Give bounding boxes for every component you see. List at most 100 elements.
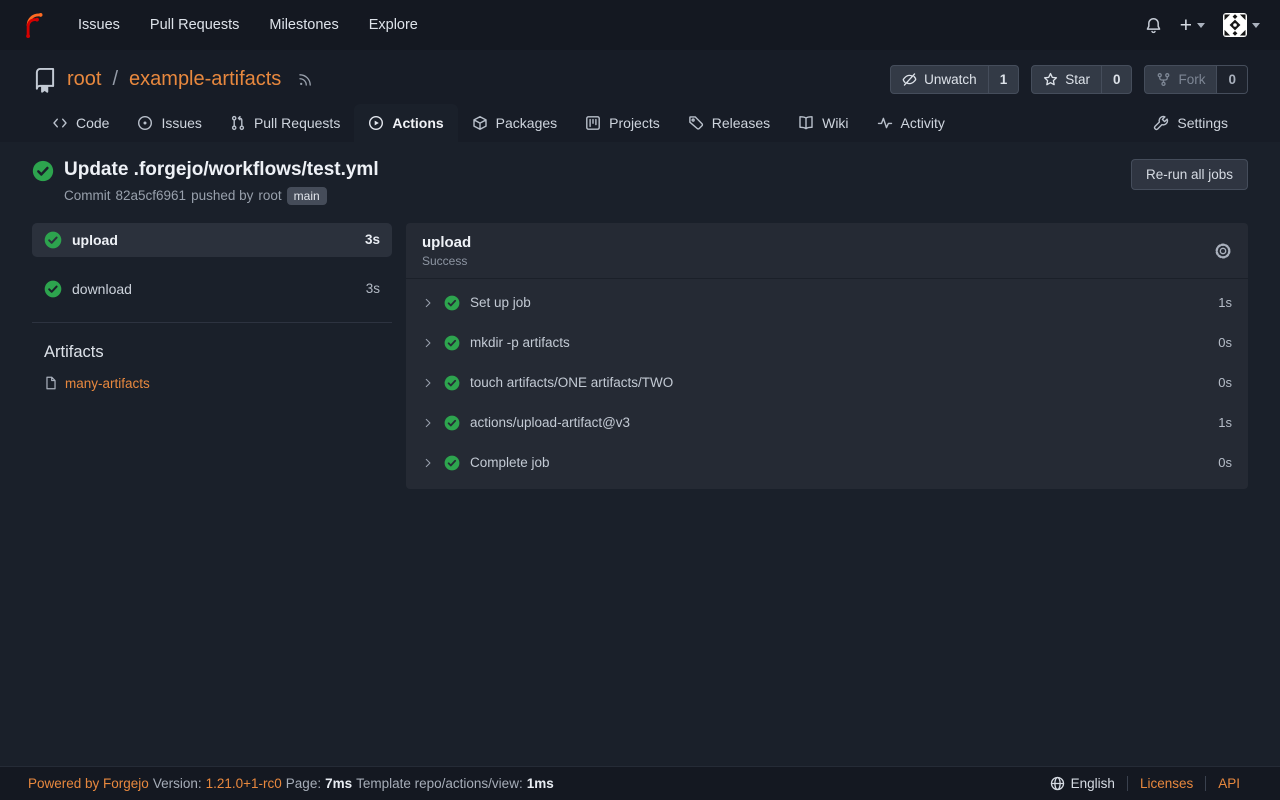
tab-issues[interactable]: Issues (123, 104, 215, 142)
job-name: download (72, 281, 132, 297)
repo-name-link[interactable]: example-artifacts (129, 68, 281, 91)
tab-settings[interactable]: Settings (1139, 104, 1242, 142)
tab-pull-requests[interactable]: Pull Requests (216, 104, 354, 142)
job-detail-status: Success (422, 254, 471, 268)
tab-wiki[interactable]: Wiki (784, 104, 862, 142)
sidebar-divider (32, 322, 392, 323)
language-selector[interactable]: English (1038, 776, 1127, 791)
repo-book-icon (32, 67, 58, 93)
pulse-icon (877, 115, 893, 131)
pusher-link[interactable]: root (258, 188, 281, 203)
nav-link-issues[interactable]: Issues (63, 9, 135, 41)
chevron-right-icon (422, 457, 434, 469)
document-icon (44, 376, 58, 390)
artifact-item[interactable]: many-artifacts (32, 376, 392, 391)
repo-owner-link[interactable]: root (67, 68, 101, 91)
run-title: Update .forgejo/workflows/test.yml (64, 159, 379, 182)
project-board-icon (585, 115, 601, 131)
tab-actions[interactable]: Actions (354, 104, 457, 142)
commit-sha-link[interactable]: 82a5cf6961 (116, 188, 187, 203)
tab-packages[interactable]: Packages (458, 104, 571, 142)
version-label: Version: (153, 776, 202, 791)
rss-icon[interactable] (298, 72, 313, 87)
globe-icon (1050, 776, 1065, 791)
gear-icon[interactable] (1214, 242, 1232, 260)
rerun-all-jobs-button[interactable]: Re-run all jobs (1131, 159, 1248, 190)
check-circle-icon (44, 231, 62, 249)
job-duration: 3s (365, 232, 380, 247)
powered-by-link[interactable]: Powered by Forgejo (28, 776, 149, 791)
tab-code[interactable]: Code (38, 104, 123, 142)
nav-link-pull-requests[interactable]: Pull Requests (135, 9, 254, 41)
star-icon (1043, 72, 1058, 87)
footer: Powered by Forgejo Version: 1.21.0+1-rc0… (0, 766, 1280, 800)
git-fork-icon (1156, 72, 1171, 87)
check-circle-icon (444, 415, 460, 431)
star-button[interactable]: Star 0 (1031, 65, 1132, 94)
step-duration: 0s (1218, 455, 1232, 470)
step-name: touch artifacts/ONE artifacts/TWO (470, 375, 673, 390)
star-count[interactable]: 0 (1101, 66, 1132, 93)
check-circle-icon (444, 455, 460, 471)
play-circle-icon (368, 115, 384, 131)
branch-badge[interactable]: main (287, 187, 327, 205)
unwatch-button[interactable]: Unwatch 1 (890, 65, 1019, 94)
repo-tabs: Code Issues Pull Requests Actions Packag… (32, 104, 1248, 142)
fork-count[interactable]: 0 (1216, 66, 1247, 93)
job-item-download[interactable]: download 3s (32, 272, 392, 306)
run-status-success-icon (32, 160, 54, 205)
job-detail-panel: upload Success (406, 223, 1248, 489)
tab-releases[interactable]: Releases (674, 104, 784, 142)
chevron-right-icon (422, 377, 434, 389)
forgejo-logo-icon[interactable] (20, 12, 47, 39)
create-new-button[interactable]: + (1180, 15, 1205, 36)
fork-label: Fork (1178, 72, 1205, 87)
step-row-setup[interactable]: Set up job 1s (406, 283, 1248, 323)
chevron-down-icon (1252, 23, 1260, 28)
artifact-link[interactable]: many-artifacts (65, 376, 150, 391)
check-circle-icon (444, 295, 460, 311)
repo-header: root / example-artifacts (0, 50, 1280, 142)
fork-button[interactable]: Fork 0 (1144, 65, 1248, 94)
check-circle-icon (444, 375, 460, 391)
step-duration: 0s (1218, 335, 1232, 350)
avatar (1223, 13, 1247, 37)
user-menu[interactable] (1223, 13, 1260, 37)
run-commit-line: Commit 82a5cf6961 pushed by root main (64, 187, 379, 205)
step-row-complete[interactable]: Complete job 0s (406, 443, 1248, 483)
api-link[interactable]: API (1205, 776, 1252, 791)
nav-link-milestones[interactable]: Milestones (254, 9, 353, 41)
job-duration: 3s (366, 281, 380, 296)
nav-link-explore[interactable]: Explore (354, 9, 433, 41)
jobs-sidebar: upload 3s download 3s Artifacts (32, 223, 392, 489)
template-label: Template repo/actions/view: (356, 776, 523, 791)
licenses-link[interactable]: Licenses (1127, 776, 1205, 791)
actions-run-page: Update .forgejo/workflows/test.yml Commi… (0, 142, 1280, 766)
tools-icon (1153, 115, 1169, 131)
step-duration: 1s (1218, 415, 1232, 430)
book-open-icon (798, 115, 814, 131)
pull-request-icon (230, 115, 246, 131)
step-name: Set up job (470, 295, 531, 310)
watch-count[interactable]: 1 (988, 66, 1019, 93)
job-detail-title: upload (422, 234, 471, 251)
repo-title: root / example-artifacts (32, 67, 313, 93)
top-navbar: Issues Pull Requests Milestones Explore … (0, 0, 1280, 50)
version-link[interactable]: 1.21.0+1-rc0 (206, 776, 282, 791)
step-row-mkdir[interactable]: mkdir -p artifacts 0s (406, 323, 1248, 363)
check-circle-icon (44, 280, 62, 298)
chevron-right-icon (422, 417, 434, 429)
step-row-upload-artifact[interactable]: actions/upload-artifact@v3 1s (406, 403, 1248, 443)
chevron-right-icon (422, 297, 434, 309)
bell-icon[interactable] (1145, 17, 1162, 34)
tab-activity[interactable]: Activity (863, 104, 959, 142)
job-item-upload[interactable]: upload 3s (32, 223, 392, 257)
repo-separator: / (112, 68, 118, 91)
step-row-touch[interactable]: touch artifacts/ONE artifacts/TWO 0s (406, 363, 1248, 403)
step-duration: 0s (1218, 375, 1232, 390)
artifacts-heading: Artifacts (32, 343, 392, 362)
plus-icon: + (1180, 15, 1192, 36)
template-time: 1ms (527, 776, 554, 791)
tab-projects[interactable]: Projects (571, 104, 674, 142)
star-label: Star (1065, 72, 1090, 87)
